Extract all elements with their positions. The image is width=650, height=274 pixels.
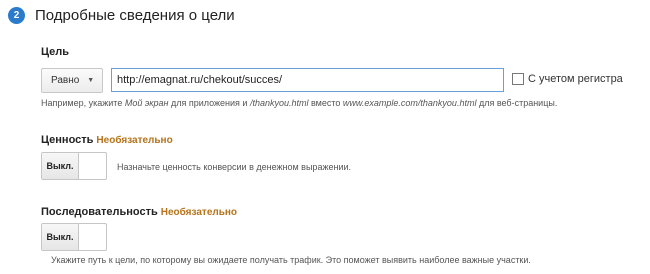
goal-hint-mid: для приложения и bbox=[168, 98, 250, 108]
value-toggle-knob bbox=[79, 153, 106, 179]
value-label-row: Ценность Необязательно bbox=[41, 134, 173, 146]
goal-hint-prefix: Например, укажите bbox=[41, 98, 125, 108]
goal-hint-app: Мой экран bbox=[124, 98, 169, 108]
step-header: 2 Подробные сведения о цели bbox=[8, 7, 235, 24]
section-title: Подробные сведения о цели bbox=[35, 7, 235, 24]
sequence-optional-tag: Необязательно bbox=[160, 207, 238, 218]
goal-url-input[interactable]: http://emagnat.ru/chekout/succes/ bbox=[111, 68, 504, 92]
sequence-label-row: Последовательность Необязательно bbox=[41, 206, 237, 218]
goal-label: Цель bbox=[41, 46, 70, 58]
value-toggle[interactable]: Выкл. bbox=[41, 152, 107, 180]
sequence-label: Последовательность bbox=[41, 206, 158, 218]
goal-hint-suffix: для веб-страницы. bbox=[476, 98, 558, 108]
value-toggle-label: Выкл. bbox=[42, 153, 79, 179]
sequence-hint: Укажите путь к цели, по которому вы ожид… bbox=[51, 255, 531, 265]
goal-hint-example: www.example.com/thankyou.html bbox=[342, 98, 477, 108]
goal-hint-path: /thankyou.html bbox=[249, 98, 309, 108]
step-number-badge: 2 bbox=[8, 7, 25, 24]
value-label: Ценность bbox=[41, 134, 94, 146]
case-sensitive-checkbox-wrap[interactable]: С учетом регистра bbox=[512, 73, 623, 85]
chevron-down-icon: ▼ bbox=[87, 77, 95, 84]
match-type-value: Равно bbox=[51, 75, 80, 86]
sequence-toggle-knob bbox=[79, 224, 106, 250]
goal-hint-instead: вместо bbox=[308, 98, 343, 108]
goal-hint: Например, укажите Мой экран для приложен… bbox=[41, 98, 557, 108]
case-sensitive-checkbox[interactable] bbox=[512, 73, 524, 85]
case-sensitive-label: С учетом регистра bbox=[528, 73, 623, 85]
value-optional-tag: Необязательно bbox=[96, 135, 173, 146]
sequence-toggle[interactable]: Выкл. bbox=[41, 223, 107, 251]
value-hint: Назначьте ценность конверсии в денежном … bbox=[117, 162, 351, 172]
match-type-select[interactable]: Равно ▼ bbox=[41, 68, 103, 93]
sequence-toggle-label: Выкл. bbox=[42, 224, 79, 250]
